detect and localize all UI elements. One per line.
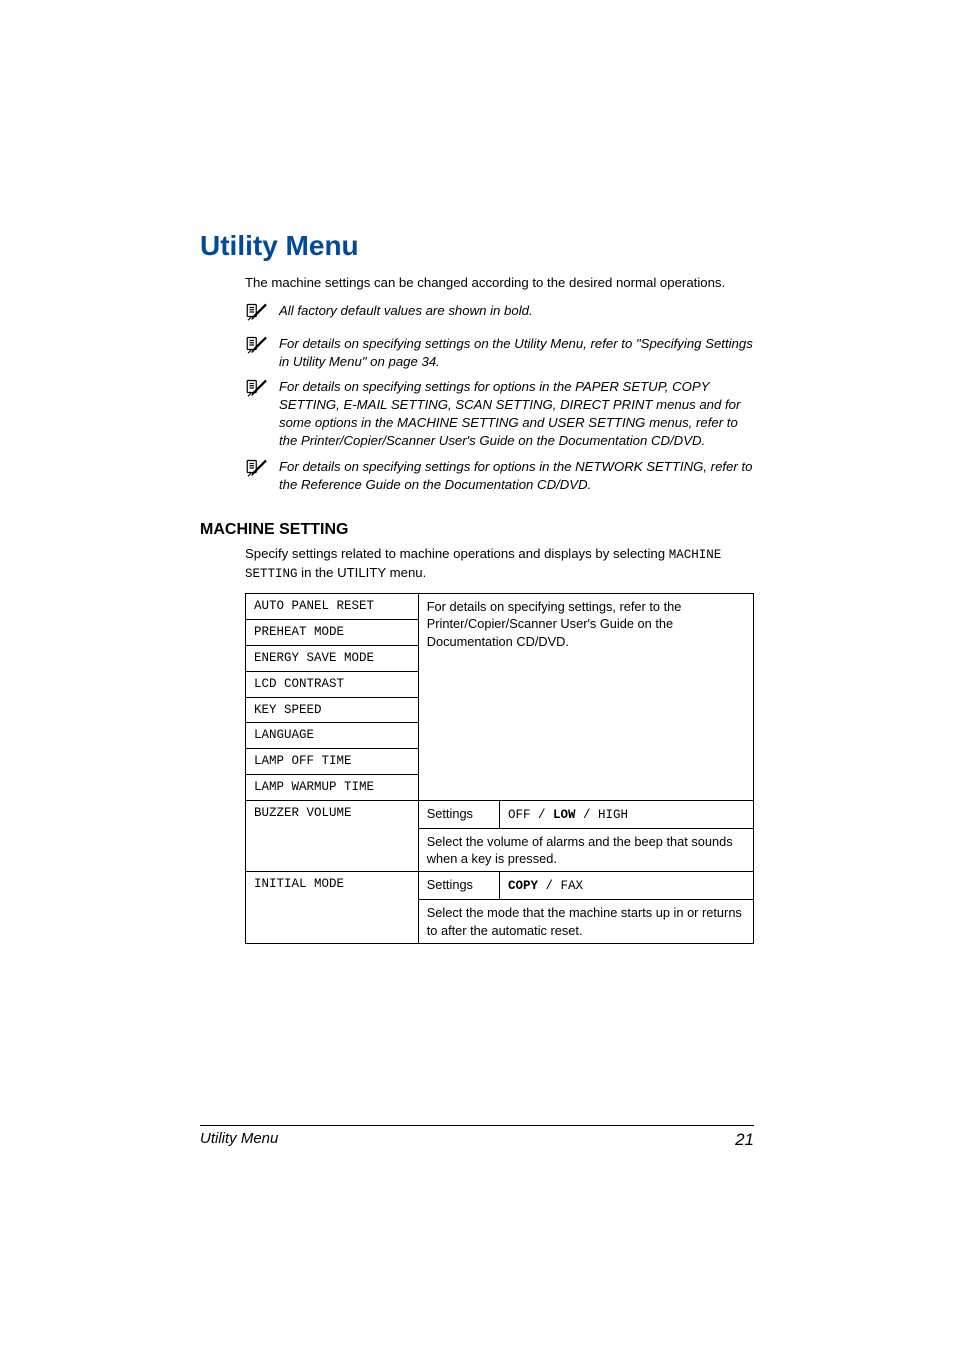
settings-table: AUTO PANEL RESET For details on specifyi…: [245, 593, 754, 944]
opt-off: OFF: [508, 808, 531, 822]
table-row: AUTO PANEL RESET For details on specifyi…: [246, 594, 754, 620]
footer-page-number: 21: [735, 1130, 754, 1150]
note-row: For details on specifying settings for o…: [245, 378, 754, 449]
page-footer: Utility Menu 21: [200, 1125, 754, 1150]
note-row: For details on specifying settings for o…: [245, 458, 754, 494]
setting-label: LAMP WARMUP TIME: [246, 775, 419, 801]
setting-label: KEY SPEED: [246, 697, 419, 723]
section-intro-pre: Specify settings related to machine oper…: [245, 546, 669, 561]
page-title: Utility Menu: [200, 230, 754, 262]
setting-label: LCD CONTRAST: [246, 671, 419, 697]
settings-heading: Settings: [418, 801, 499, 829]
section-intro: Specify settings related to machine oper…: [245, 545, 754, 583]
sep: /: [576, 808, 599, 822]
setting-passthrough-desc: For details on specifying settings, refe…: [418, 594, 753, 801]
note-icon: [245, 458, 279, 483]
note-icon: [245, 302, 279, 327]
opt-copy: COPY: [508, 879, 538, 893]
note-icon: [245, 378, 279, 403]
opt-high: HIGH: [598, 808, 628, 822]
table-row: INITIAL MODE Settings COPY / FAX: [246, 872, 754, 900]
setting-label: AUTO PANEL RESET: [246, 594, 419, 620]
table-row: BUZZER VOLUME Settings OFF / LOW / HIGH: [246, 801, 754, 829]
setting-label: LANGUAGE: [246, 723, 419, 749]
settings-heading: Settings: [418, 872, 499, 900]
note-text: All factory default values are shown in …: [279, 302, 754, 320]
setting-label: ENERGY SAVE MODE: [246, 645, 419, 671]
setting-label: PREHEAT MODE: [246, 619, 419, 645]
opt-low: LOW: [553, 808, 576, 822]
settings-options: COPY / FAX: [499, 872, 753, 900]
setting-label: INITIAL MODE: [246, 872, 419, 943]
footer-left: Utility Menu: [200, 1130, 278, 1150]
note-text: For details on specifying settings for o…: [279, 458, 754, 494]
note-row: All factory default values are shown in …: [245, 302, 754, 327]
setting-desc: Select the volume of alarms and the beep…: [418, 828, 753, 872]
settings-options: OFF / LOW / HIGH: [499, 801, 753, 829]
note-text: For details on specifying settings for o…: [279, 378, 754, 449]
setting-desc: Select the mode that the machine starts …: [418, 900, 753, 944]
setting-label: LAMP OFF TIME: [246, 749, 419, 775]
section-heading: MACHINE SETTING: [200, 521, 754, 539]
note-icon: [245, 335, 279, 360]
sep: /: [538, 879, 561, 893]
setting-label: BUZZER VOLUME: [246, 801, 419, 872]
note-row: For details on specifying settings on th…: [245, 335, 754, 371]
section-intro-post: in the UTILITY menu.: [298, 565, 427, 580]
note-text: For details on specifying settings on th…: [279, 335, 754, 371]
intro-text: The machine settings can be changed acco…: [245, 274, 754, 292]
opt-fax: FAX: [561, 879, 584, 893]
sep: /: [531, 808, 554, 822]
